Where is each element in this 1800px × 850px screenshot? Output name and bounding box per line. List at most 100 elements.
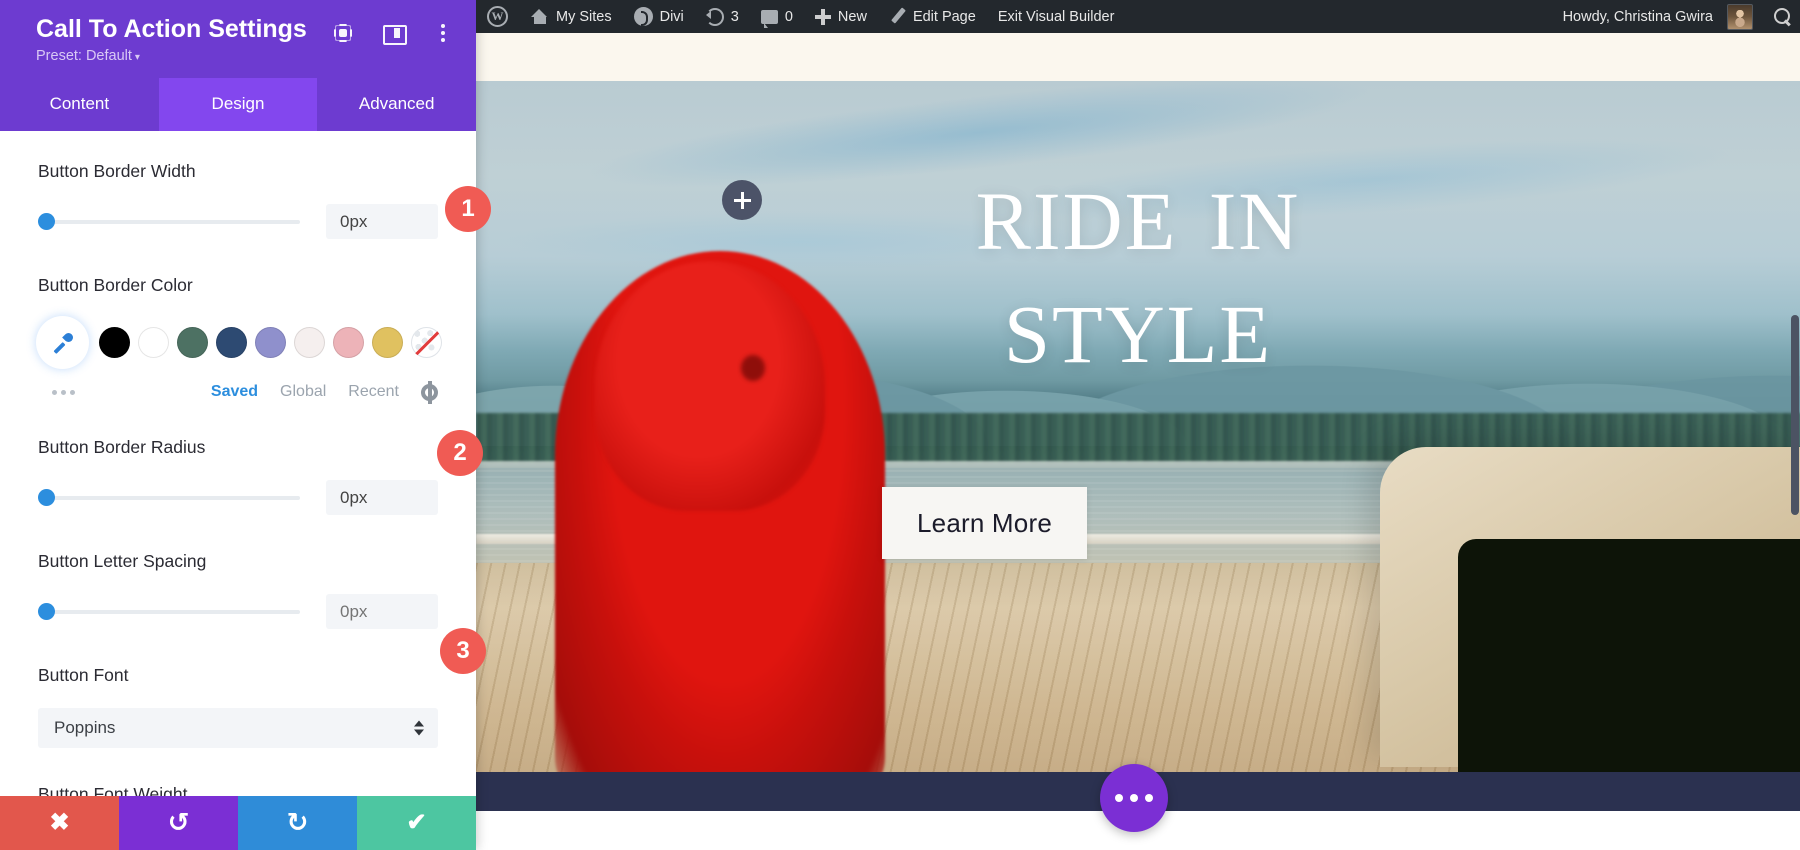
divi-label: Divi	[660, 9, 684, 25]
callout-badge-1: 1	[445, 186, 491, 232]
dot	[52, 390, 57, 395]
howdy-label: Howdy, Christina Gwira	[1563, 9, 1713, 25]
border-width-input[interactable]	[326, 204, 438, 239]
my-sites-menu[interactable]: My Sites	[519, 0, 623, 33]
letter-spacing-input[interactable]	[326, 594, 438, 629]
comments-menu[interactable]: 0	[750, 0, 804, 33]
swatch-none[interactable]	[411, 327, 442, 358]
boat-console	[1380, 447, 1800, 767]
slider-knob[interactable]	[38, 489, 55, 506]
fab-dot	[1145, 794, 1153, 802]
panel-scrollbar[interactable]	[1791, 315, 1799, 515]
divi-icon	[634, 7, 653, 26]
field-label: Button Font Weight	[38, 784, 438, 796]
slider-track	[38, 610, 300, 614]
home-icon	[530, 8, 549, 25]
more-options-fab-icon[interactable]	[1100, 764, 1168, 832]
color-swatch-row	[38, 318, 438, 367]
more-swatches-icon[interactable]	[52, 390, 75, 395]
updates-icon	[706, 8, 724, 26]
tab-advanced[interactable]: Advanced	[317, 78, 476, 131]
new-label: New	[838, 9, 867, 25]
admin-bar-left-group: My Sites Divi 3 0 New Edit Page	[476, 0, 1125, 33]
page-preview-canvas: Ride In Style	[476, 33, 1800, 850]
tab-content[interactable]: Content	[0, 78, 159, 131]
border-radius-input[interactable]	[326, 480, 438, 515]
hero-section	[476, 81, 1800, 811]
wordpress-logo-menu[interactable]	[476, 0, 519, 33]
link-global[interactable]: Global	[280, 383, 326, 401]
swatch-green[interactable]	[177, 327, 208, 358]
pencil-icon	[889, 8, 906, 25]
panel-action-bar: ✖ ↺ ↻ ✔	[0, 796, 476, 850]
account-menu[interactable]: Howdy, Christina Gwira	[1552, 0, 1764, 33]
screen: Ride In Style Learn More My Sites Divi	[0, 0, 1800, 850]
comments-icon	[761, 10, 778, 24]
eyedropper-icon[interactable]	[38, 318, 87, 367]
slider-knob[interactable]	[38, 213, 55, 230]
redo-icon: ↻	[287, 810, 309, 836]
cancel-button[interactable]: ✖	[0, 796, 119, 850]
callout-badge-3: 3	[440, 628, 486, 674]
button-font-select[interactable]: Poppins	[38, 708, 438, 748]
swatch-white[interactable]	[138, 327, 169, 358]
field-label: Button Letter Spacing	[38, 551, 438, 572]
dot	[441, 31, 445, 35]
updates-count: 3	[731, 9, 739, 25]
panel-layout-icon[interactable]	[382, 22, 404, 44]
swatch-navy[interactable]	[216, 327, 247, 358]
divi-menu[interactable]: Divi	[623, 0, 695, 33]
redo-button[interactable]: ↻	[238, 796, 357, 850]
page-title: Call To Action Settings	[36, 16, 307, 44]
slider-knob[interactable]	[38, 603, 55, 620]
more-options-icon[interactable]	[432, 22, 454, 44]
slider-track	[38, 496, 300, 500]
exit-visual-builder-button[interactable]: Exit Visual Builder	[987, 0, 1126, 33]
save-button[interactable]: ✔	[357, 796, 476, 850]
link-saved[interactable]: Saved	[211, 383, 258, 401]
chevron-updown-icon	[414, 721, 424, 736]
new-content-menu[interactable]: New	[804, 0, 878, 33]
wordpress-logo-icon	[487, 6, 508, 27]
callout-badge-2: 2	[437, 430, 483, 476]
dot	[70, 390, 75, 395]
button-font-value: Poppins	[54, 718, 115, 738]
field-label: Button Font	[38, 665, 438, 686]
border-radius-slider[interactable]	[38, 495, 300, 501]
swatch-gold[interactable]	[372, 327, 403, 358]
border-width-slider[interactable]	[38, 219, 300, 225]
field-button-font-weight: Button Font Weight Regular	[38, 784, 438, 796]
panel-header-icons	[332, 16, 454, 44]
field-button-font: Button Font Poppins	[38, 665, 438, 748]
learn-more-button[interactable]: Learn More	[882, 487, 1087, 559]
swatch-off-white[interactable]	[294, 327, 325, 358]
field-label: Button Border Color	[38, 275, 438, 296]
avatar	[1727, 4, 1753, 30]
comments-count: 0	[785, 9, 793, 25]
link-recent[interactable]: Recent	[348, 383, 399, 401]
preset-label: Preset: Default	[36, 48, 132, 64]
focus-mode-icon[interactable]	[332, 22, 354, 44]
dot	[441, 24, 445, 28]
edit-page-label: Edit Page	[913, 9, 976, 25]
fab-dot	[1115, 794, 1123, 802]
add-module-icon[interactable]	[722, 180, 762, 220]
sky-cloud	[502, 212, 1098, 270]
panel-header: Call To Action Settings Preset: Default▾	[0, 0, 476, 78]
dot	[61, 390, 66, 395]
swatch-source-links: Saved Global Recent	[211, 383, 438, 401]
tab-design[interactable]: Design	[159, 78, 318, 131]
letter-spacing-slider[interactable]	[38, 609, 300, 615]
field-label: Button Border Radius	[38, 437, 438, 458]
swatch-periwinkle[interactable]	[255, 327, 286, 358]
swatch-pink[interactable]	[333, 327, 364, 358]
search-icon[interactable]	[1774, 8, 1792, 26]
person-face-shadow	[741, 355, 765, 381]
updates-menu[interactable]: 3	[695, 0, 750, 33]
field-button-border-width: Button Border Width	[38, 161, 438, 239]
preset-selector[interactable]: Preset: Default▾	[36, 48, 454, 64]
swatch-black[interactable]	[99, 327, 130, 358]
edit-page-menu[interactable]: Edit Page	[878, 0, 987, 33]
gear-icon[interactable]	[421, 384, 438, 401]
undo-button[interactable]: ↺	[119, 796, 238, 850]
